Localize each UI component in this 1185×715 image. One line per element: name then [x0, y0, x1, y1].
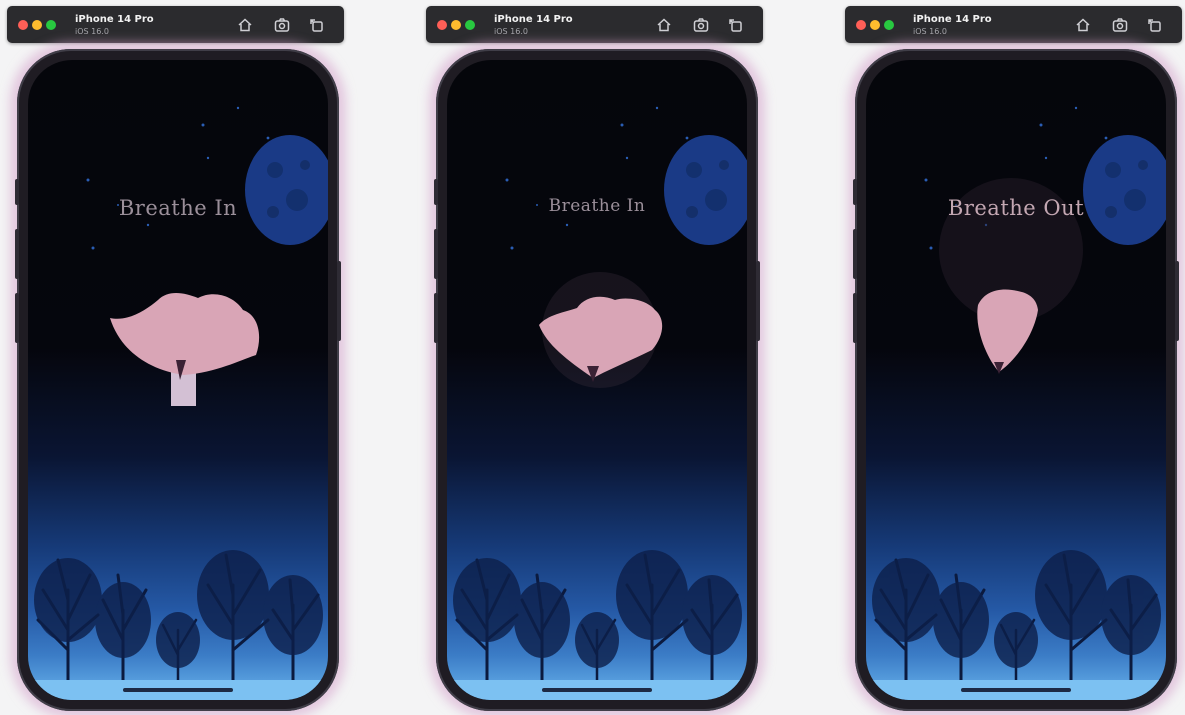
minimize-window-button[interactable] [32, 20, 42, 30]
home-icon[interactable] [236, 16, 254, 34]
app-screen: Breathe In [447, 60, 747, 700]
volume-up-button [853, 229, 857, 279]
rotate-icon[interactable] [727, 16, 745, 34]
winter-trees-image [866, 548, 1166, 700]
night-scene [447, 106, 747, 700]
simulator-window-3: iPhone 14 Pro iOS 16.0 Breathe Out [845, 0, 1185, 715]
volume-down-button [15, 293, 19, 343]
os-version: iOS 16.0 [494, 27, 528, 36]
night-scene [28, 106, 328, 700]
os-version: iOS 16.0 [913, 27, 947, 36]
home-indicator[interactable] [542, 688, 652, 692]
app-screen: Breathe Out [866, 60, 1166, 700]
screenshot-icon[interactable] [273, 16, 291, 34]
volume-down-button [853, 293, 857, 343]
power-button [756, 261, 760, 341]
breathing-caption: Breathe Out [947, 196, 1085, 220]
rotate-icon[interactable] [308, 16, 326, 34]
minimize-window-button[interactable] [451, 20, 461, 30]
silent-switch [15, 179, 19, 205]
home-indicator[interactable] [123, 688, 233, 692]
screenshot-icon[interactable] [1111, 16, 1129, 34]
lotus-flower-image [110, 293, 260, 406]
minimize-window-button[interactable] [870, 20, 880, 30]
moon-image [1083, 135, 1166, 245]
simulator-window-2: iPhone 14 Pro iOS 16.0 Breathe In [426, 0, 781, 715]
power-button [1175, 261, 1179, 341]
iphone-frame: Breathe In [15, 49, 341, 711]
volume-down-button [434, 293, 438, 343]
iphone-frame: Breathe In [434, 49, 760, 711]
winter-trees-image [447, 548, 747, 700]
close-window-button[interactable] [437, 20, 447, 30]
os-version: iOS 16.0 [75, 27, 109, 36]
winter-trees-image [28, 548, 328, 700]
close-window-button[interactable] [856, 20, 866, 30]
zoom-window-button[interactable] [465, 20, 475, 30]
simulator-titlebar: iPhone 14 Pro iOS 16.0 [7, 6, 344, 43]
breathing-caption: Breathe In [118, 196, 238, 220]
screenshot-icon[interactable] [692, 16, 710, 34]
lotus-petal-image [977, 289, 1038, 374]
night-scene [866, 106, 1166, 700]
home-indicator[interactable] [961, 688, 1071, 692]
close-window-button[interactable] [18, 20, 28, 30]
simulator-window-1: iPhone 14 Pro iOS 16.0 Breathe In [7, 0, 362, 715]
volume-up-button [15, 229, 19, 279]
app-screen: Breathe In [28, 60, 328, 700]
zoom-window-button[interactable] [884, 20, 894, 30]
home-icon[interactable] [655, 16, 673, 34]
device-name: iPhone 14 Pro [494, 14, 573, 25]
simulator-titlebar: iPhone 14 Pro iOS 16.0 [426, 6, 763, 43]
zoom-window-button[interactable] [46, 20, 56, 30]
device-name: iPhone 14 Pro [75, 14, 154, 25]
device-name: iPhone 14 Pro [913, 14, 992, 25]
silent-switch [434, 179, 438, 205]
home-icon[interactable] [1074, 16, 1092, 34]
power-button [337, 261, 341, 341]
silent-switch [853, 179, 857, 205]
moon-image [664, 135, 747, 245]
breathing-caption: Breathe In [548, 196, 646, 216]
simulator-titlebar: iPhone 14 Pro iOS 16.0 [845, 6, 1182, 43]
iphone-frame: Breathe Out [853, 49, 1179, 711]
volume-up-button [434, 229, 438, 279]
rotate-icon[interactable] [1146, 16, 1164, 34]
moon-image [245, 135, 328, 245]
